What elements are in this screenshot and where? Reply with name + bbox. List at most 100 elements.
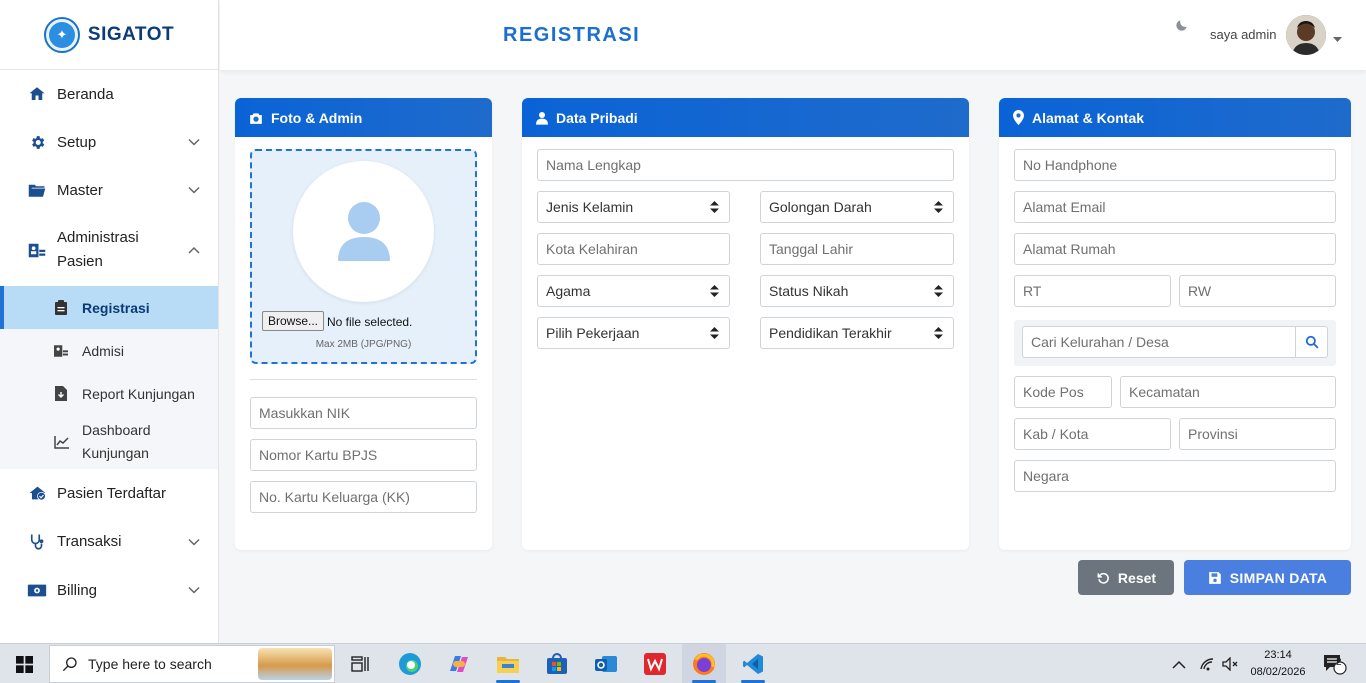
folder-icon: [497, 657, 519, 673]
photo-preview: [293, 161, 434, 302]
alamat-rumah-input[interactable]: [1014, 233, 1336, 265]
brand-name: SIGATOT: [87, 23, 175, 45]
avatar[interactable]: [1286, 15, 1326, 55]
user-id-icon: [52, 342, 70, 360]
chart-line-icon: [52, 433, 70, 451]
jenis-kelamin-select[interactable]: Jenis Kelamin: [537, 191, 730, 223]
sidebar: ✦ SIGATOT Beranda Setup Master Administr…: [0, 0, 219, 643]
edge-icon: [399, 653, 421, 675]
sidebar-item-dashboard-kunjungan[interactable]: Dashboard Kunjungan: [0, 415, 218, 469]
status-nikah-select[interactable]: Status Nikah: [760, 275, 954, 307]
agama-select[interactable]: Agama: [537, 275, 730, 307]
sidebar-item-setup[interactable]: Setup: [0, 118, 218, 166]
sidebar-item-transaksi[interactable]: Transaksi: [0, 517, 218, 566]
volume-muted-icon: [1222, 657, 1238, 671]
kelurahan-search-input[interactable]: [1022, 326, 1296, 358]
gear-icon: [26, 131, 48, 153]
user-id-icon: [26, 239, 48, 261]
kelurahan-search-button[interactable]: [1296, 326, 1328, 358]
taskbar-app-firefox[interactable]: [682, 644, 726, 683]
card-data-pribadi: Data Pribadi Jenis Kelamin Golongan Dara…: [522, 98, 969, 550]
moon-icon[interactable]: [1175, 18, 1189, 37]
file-hint: Max 2MB (JPG/PNG): [315, 339, 412, 350]
sidebar-item-master[interactable]: Master: [0, 166, 218, 214]
photo-upload-area[interactable]: Browse... No file selected. Max 2MB (JPG…: [250, 149, 477, 364]
sidebar-item-report-kunjungan[interactable]: Report Kunjungan: [0, 372, 218, 415]
handphone-input[interactable]: [1014, 149, 1336, 181]
tray-overflow[interactable]: [1172, 644, 1186, 683]
bpjs-input[interactable]: [250, 439, 477, 471]
kk-input[interactable]: [250, 481, 477, 513]
clock-date: 08/02/2026: [1250, 666, 1306, 678]
chevron-down-icon: [188, 533, 200, 550]
undo-icon: [1097, 572, 1109, 584]
kecamatan-input[interactable]: [1120, 376, 1336, 408]
store-icon: [547, 653, 567, 674]
rw-input[interactable]: [1179, 275, 1336, 307]
nama-lengkap-input[interactable]: [537, 149, 954, 181]
pekerjaan-select[interactable]: Pilih Pekerjaan: [537, 317, 730, 349]
top-header: REGISTRASI saya admin: [220, 0, 1366, 70]
pendidikan-select[interactable]: Pendidikan Terakhir: [760, 317, 954, 349]
select-arrows-icon: [934, 284, 943, 301]
select-arrows-icon: [934, 200, 943, 217]
task-view-button[interactable]: [338, 644, 382, 683]
notification-center[interactable]: 2: [1322, 644, 1348, 683]
taskbar-app-wps[interactable]: [633, 644, 677, 683]
user-check-icon: [26, 482, 48, 504]
taskbar-app-edge[interactable]: [388, 644, 432, 683]
save-icon: [1208, 571, 1221, 584]
sidebar-item-label: Beranda: [57, 85, 114, 103]
sidebar-item-beranda[interactable]: Beranda: [0, 70, 218, 118]
outlook-icon: [595, 656, 617, 672]
tanggal-lahir-input[interactable]: [760, 233, 954, 265]
nik-input[interactable]: [250, 397, 477, 429]
sidebar-item-billing[interactable]: Billing: [0, 566, 218, 614]
brand[interactable]: ✦ SIGATOT: [0, 0, 218, 70]
kota-kelahiran-input[interactable]: [537, 233, 730, 265]
sidebar-item-pasien-terdaftar[interactable]: Pasien Terdaftar: [0, 469, 218, 517]
copilot-icon: [450, 656, 468, 672]
kode-pos-input[interactable]: [1014, 376, 1112, 408]
tray-network[interactable]: [1199, 644, 1215, 683]
provinsi-input[interactable]: [1179, 418, 1336, 450]
stethoscope-icon: [26, 531, 48, 553]
reset-button[interactable]: Reset: [1078, 560, 1174, 595]
browse-button[interactable]: Browse...: [262, 311, 325, 331]
taskbar-app-vscode[interactable]: [731, 644, 775, 683]
tray-volume[interactable]: [1222, 644, 1238, 683]
brand-logo-icon: ✦: [43, 16, 80, 53]
sidebar-item-label: Dashboard Kunjungan: [82, 422, 151, 461]
user-name[interactable]: saya admin: [1210, 27, 1276, 42]
select-arrows-icon: [710, 200, 719, 217]
taskbar-clock[interactable]: 23:14 08/02/2026: [1249, 647, 1307, 681]
taskbar-search[interactable]: Type here to search: [49, 645, 335, 683]
clipboard-icon: [52, 299, 70, 317]
save-button[interactable]: SIMPAN DATA: [1184, 560, 1351, 595]
kab-kota-input[interactable]: [1014, 418, 1171, 450]
caret-down-icon[interactable]: [1333, 30, 1342, 48]
divider: [250, 379, 477, 380]
rt-input[interactable]: [1014, 275, 1171, 307]
negara-input[interactable]: [1014, 460, 1336, 492]
taskbar-app-file-explorer[interactable]: [486, 644, 530, 683]
taskbar-app-store[interactable]: [535, 644, 579, 683]
money-icon: [26, 579, 48, 601]
sidebar-item-registrasi[interactable]: Registrasi: [0, 286, 218, 329]
sidebar-item-administrasi-pasien[interactable]: Administrasi Pasien: [0, 214, 218, 286]
search-highlight-image: [258, 648, 332, 680]
taskbar-app-outlook[interactable]: [584, 644, 628, 683]
email-input[interactable]: [1014, 191, 1336, 223]
file-status: No file selected.: [327, 315, 413, 329]
select-arrows-icon: [934, 326, 943, 343]
taskbar-app-copilot[interactable]: [437, 644, 481, 683]
sidebar-item-label: Report Kunjungan: [82, 385, 195, 402]
taskbar-search-placeholder: Type here to search: [88, 656, 212, 672]
card-alamat-kontak: Alamat & Kontak: [999, 98, 1351, 550]
sidebar-nav-lower: Pasien Terdaftar Transaksi Billing: [0, 469, 218, 614]
notification-count: 2: [1336, 657, 1342, 668]
start-button[interactable]: [0, 644, 48, 683]
windows-icon: [15, 655, 33, 673]
sidebar-item-admisi[interactable]: Admisi: [0, 329, 218, 372]
golongan-darah-select[interactable]: Golongan Darah: [760, 191, 954, 223]
